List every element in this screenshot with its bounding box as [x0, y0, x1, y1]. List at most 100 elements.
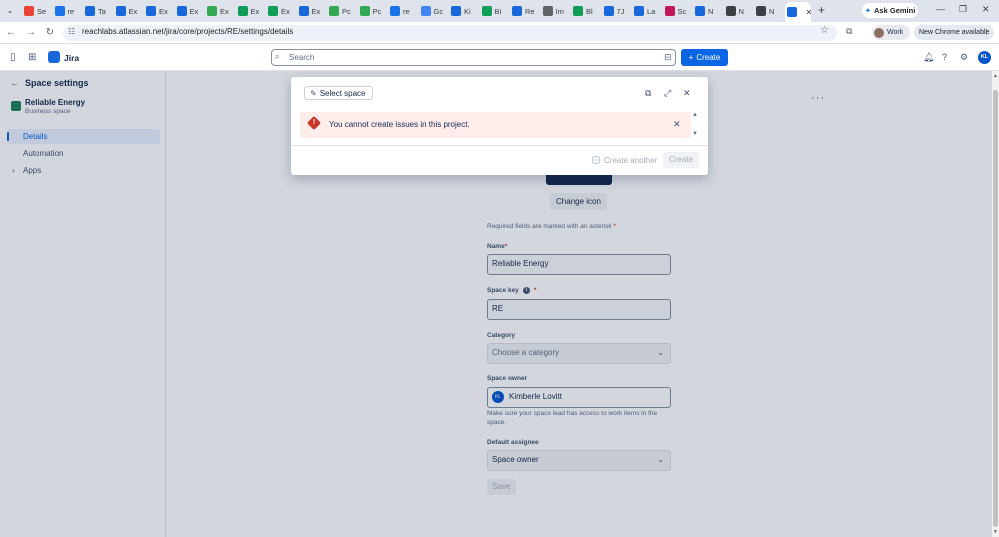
browser-tab[interactable]: Gc — [419, 3, 443, 19]
url-text[interactable]: reachlabs.atlassian.net/jira/core/projec… — [82, 27, 293, 36]
browser-tab[interactable]: Ex — [205, 3, 229, 19]
chrome-update-button[interactable]: New Chrome available ⋮ — [914, 25, 994, 40]
extensions-icon[interactable]: ⧉ — [846, 26, 852, 37]
close-window-icon[interactable]: ✕ — [982, 4, 990, 15]
scrollbar-thumb[interactable] — [993, 90, 998, 527]
scroll-up-arrow[interactable]: ▲ — [992, 73, 999, 79]
sidebar-toggle-icon[interactable]: ▯ — [10, 52, 16, 63]
browser-tab[interactable]: Ki — [449, 3, 471, 19]
tab-label: La — [647, 6, 656, 16]
profile-avatar — [874, 27, 884, 38]
modal-footer-divider — [291, 145, 708, 146]
active-browser-tab[interactable]: ✕ — [784, 2, 813, 22]
tab-label: Im — [555, 6, 564, 16]
close-icon[interactable]: ✕ — [683, 88, 691, 99]
browser-tab[interactable]: Ex — [144, 3, 168, 19]
modal-create-button[interactable]: Create — [663, 152, 699, 168]
minimize-icon[interactable]: — — [936, 4, 945, 14]
browser-tab[interactable]: N — [693, 3, 713, 19]
dismiss-error-icon[interactable]: ✕ — [673, 119, 681, 130]
browser-tab[interactable]: Ex — [266, 3, 290, 19]
browser-tab[interactable]: Sc — [663, 3, 686, 19]
tab-favicon-icon — [24, 6, 34, 16]
create-another-checkbox[interactable] — [592, 156, 600, 164]
tab-favicon-icon — [176, 6, 187, 16]
site-info-icon[interactable]: ☷ — [68, 27, 75, 36]
jira-logo-icon[interactable] — [48, 51, 60, 63]
tab-label: Re — [525, 6, 535, 16]
create-label: Create — [696, 53, 721, 62]
search-input[interactable] — [271, 49, 676, 66]
settings-gear-icon[interactable]: ⚙ — [960, 52, 968, 63]
tab-label: Ex — [250, 6, 260, 16]
layout-icon[interactable]: ⊟ — [664, 52, 672, 63]
ask-gemini-label: Ask Gemini — [874, 6, 916, 15]
tab-label: N — [708, 6, 714, 16]
scroll-down-arrow[interactable]: ▼ — [992, 529, 999, 535]
tab-favicon-icon — [207, 6, 217, 16]
minimize-modal-icon[interactable]: ⧉ — [645, 88, 651, 99]
browser-tab[interactable]: re — [388, 3, 410, 19]
forward-icon[interactable]: → — [25, 27, 37, 39]
tab-favicon-icon — [603, 6, 614, 16]
browser-tab[interactable]: La — [632, 3, 655, 19]
expand-icon[interactable]: ⤢ — [664, 88, 671, 99]
browser-tab[interactable]: Ex — [236, 3, 260, 19]
tab-favicon-icon — [237, 6, 248, 16]
tab-favicon-icon — [725, 6, 736, 16]
space-icon: ✎ — [310, 88, 317, 98]
browser-tab[interactable]: Ex — [114, 3, 138, 19]
create-button[interactable]: + Create — [681, 49, 728, 66]
profile-button[interactable]: Work — [872, 25, 910, 40]
bookmark-star-icon[interactable]: ☆ — [820, 25, 829, 36]
tab-favicon-icon — [573, 6, 583, 16]
ask-gemini-button[interactable]: ✦ Ask Gemini — [862, 3, 918, 18]
tab-favicon-icon — [54, 6, 65, 16]
create-another-label: Create another — [604, 156, 658, 165]
notifications-icon[interactable]: 🔔︎ — [923, 52, 934, 63]
help-icon[interactable]: ? — [942, 52, 947, 62]
browser-tab[interactable]: N — [754, 3, 774, 19]
tab-label: N — [769, 6, 775, 16]
tab-label: Pc — [372, 6, 382, 16]
app-switcher-icon[interactable]: ⊞ — [28, 52, 36, 63]
browser-tab[interactable]: Im — [541, 3, 564, 19]
tab-favicon-icon — [451, 6, 461, 16]
browser-tab[interactable]: Se — [22, 3, 46, 19]
new-tab-button[interactable]: + — [818, 4, 825, 16]
tab-label: Ta — [98, 6, 106, 16]
plus-icon: + — [688, 53, 694, 62]
tab-label: Ex — [311, 6, 321, 16]
browser-tab[interactable]: Pc — [358, 3, 382, 19]
browser-tab[interactable]: Ex — [297, 3, 321, 19]
browser-tab[interactable]: 7J — [602, 3, 625, 19]
select-space-button[interactable]: ✎ Select space — [304, 86, 373, 100]
modal-scroll-up-arrow[interactable]: ▲ — [692, 112, 698, 118]
tab-favicon-icon — [634, 6, 644, 16]
browser-tab[interactable]: Ex — [175, 3, 198, 19]
modal-scroll-down-arrow[interactable]: ▼ — [692, 131, 698, 137]
browser-tab[interactable]: N — [724, 3, 744, 19]
tab-label: Ex — [128, 6, 138, 16]
tab-favicon-icon — [420, 6, 431, 16]
back-icon[interactable]: ← — [5, 27, 17, 39]
browser-tab[interactable]: re — [53, 3, 74, 19]
browser-tab[interactable]: Bi — [480, 3, 502, 19]
browser-tab[interactable]: Bl — [571, 3, 593, 19]
close-tab-icon[interactable]: ✕ — [806, 8, 813, 17]
browser-tab[interactable]: Pc — [327, 3, 351, 19]
browser-tab[interactable]: Ta — [83, 3, 106, 19]
browser-tab[interactable]: Re — [510, 3, 535, 19]
profile-label: Work — [887, 29, 904, 36]
tab-favicon-icon — [146, 6, 156, 16]
tab-label: Bi — [494, 6, 502, 16]
restore-icon[interactable]: ❐ — [959, 4, 967, 15]
tab-search-icon[interactable]: ⌄ — [4, 5, 16, 17]
user-avatar[interactable]: KL — [978, 51, 991, 64]
browser-tab-strip: ⌄ Se re Ta Ex Ex Ex Ex Ex Ex Ex Pc Pc re Gc Ki Bi Re Im Bl… — [0, 0, 999, 22]
kebab-menu-icon[interactable]: ⋮ — [983, 25, 990, 40]
tab-label: 7J — [616, 6, 625, 16]
reload-icon[interactable]: ↻ — [44, 27, 56, 39]
tab-favicon-icon — [695, 6, 705, 16]
product-name[interactable]: Jira — [64, 53, 79, 63]
